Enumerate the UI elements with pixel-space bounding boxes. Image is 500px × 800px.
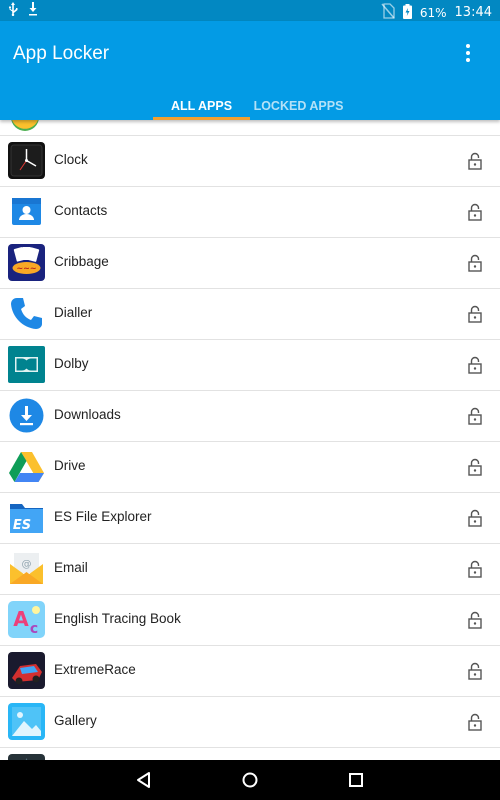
app-list[interactable]: Clock Contacts ~~~ Cribbage Dialler Dolb… [0, 120, 500, 760]
lock-icon[interactable] [468, 662, 482, 680]
lock-icon[interactable] [468, 509, 482, 527]
lock-icon[interactable] [468, 458, 482, 476]
list-item[interactable]: Contacts [0, 187, 500, 238]
lock-icon[interactable] [468, 203, 482, 221]
app-name: Contacts [54, 203, 108, 218]
es-file-explorer-icon: ES [8, 499, 45, 536]
app-name: English Tracing Book [54, 611, 181, 626]
battery-charging-icon [402, 3, 412, 22]
lock-icon[interactable] [468, 560, 482, 578]
app-title: App Locker [13, 43, 110, 64]
svg-text:A: A [13, 607, 29, 631]
lock-icon[interactable] [468, 611, 482, 629]
clock-icon [8, 142, 45, 179]
back-icon[interactable] [134, 770, 154, 790]
list-item[interactable]: @ Email [0, 544, 500, 595]
app-name: Drive [54, 458, 86, 473]
list-item[interactable]: ~~~ Cribbage [0, 238, 500, 289]
svg-text:ES: ES [13, 518, 31, 533]
app-name: ES File Explorer [54, 509, 152, 524]
app-name: Gallery [54, 713, 97, 728]
tab-locked-apps[interactable]: LOCKED APPS [250, 91, 347, 120]
list-item[interactable]: Gallery [0, 697, 500, 748]
email-icon: @ [8, 550, 45, 587]
app-name: Clock [54, 152, 88, 167]
navigation-bar [0, 760, 500, 800]
tab-bar: ALL APPS LOCKED APPS [153, 91, 347, 120]
lock-icon[interactable] [468, 305, 482, 323]
app-icon [10, 120, 40, 135]
list-item[interactable]: Downloads [0, 391, 500, 442]
downloads-icon [8, 397, 45, 434]
lock-icon[interactable] [468, 407, 482, 425]
battery-percent: 61% [419, 5, 447, 20]
list-item[interactable]: ExtremeRace [0, 646, 500, 697]
svg-text:c: c [30, 621, 38, 637]
list-item[interactable] [0, 120, 500, 136]
app-name: Cribbage [54, 254, 109, 269]
app-name: Email [54, 560, 88, 575]
svg-text:~~~: ~~~ [16, 264, 36, 273]
list-item[interactable]: Ac English Tracing Book [0, 595, 500, 646]
app-name: Dialler [54, 305, 93, 320]
clock-time: 13:44 [454, 5, 492, 20]
list-item[interactable] [0, 748, 500, 760]
recents-icon[interactable] [346, 770, 366, 790]
phone-icon [8, 295, 45, 332]
app-name: Downloads [54, 407, 121, 422]
extremerace-icon [8, 652, 45, 689]
lock-icon[interactable] [468, 356, 482, 374]
tab-all-apps[interactable]: ALL APPS [153, 91, 250, 120]
contacts-icon [8, 193, 45, 230]
english-tracing-book-icon: Ac [8, 601, 45, 638]
status-bar: 61% 13:44 [0, 0, 500, 21]
list-item[interactable]: Dialler [0, 289, 500, 340]
lock-icon[interactable] [468, 152, 482, 170]
dolby-icon [8, 346, 45, 383]
app-name: ExtremeRace [54, 662, 136, 677]
app-bar: App Locker ALL APPS LOCKED APPS [0, 21, 500, 120]
svg-text:@: @ [22, 559, 32, 570]
lock-icon[interactable] [468, 713, 482, 731]
drive-icon [8, 448, 45, 485]
usb-icon [8, 2, 18, 19]
app-name: Dolby [54, 356, 89, 371]
list-item[interactable]: Drive [0, 442, 500, 493]
lock-icon[interactable] [468, 254, 482, 272]
download-icon [28, 2, 38, 19]
list-item[interactable]: Clock [0, 136, 500, 187]
gallery-icon [8, 703, 45, 740]
home-icon[interactable] [240, 770, 260, 790]
no-sim-icon [381, 3, 395, 22]
cribbage-icon: ~~~ [8, 244, 45, 281]
more-vert-icon[interactable] [458, 41, 478, 65]
list-item[interactable]: Dolby [0, 340, 500, 391]
list-item[interactable]: ES ES File Explorer [0, 493, 500, 544]
